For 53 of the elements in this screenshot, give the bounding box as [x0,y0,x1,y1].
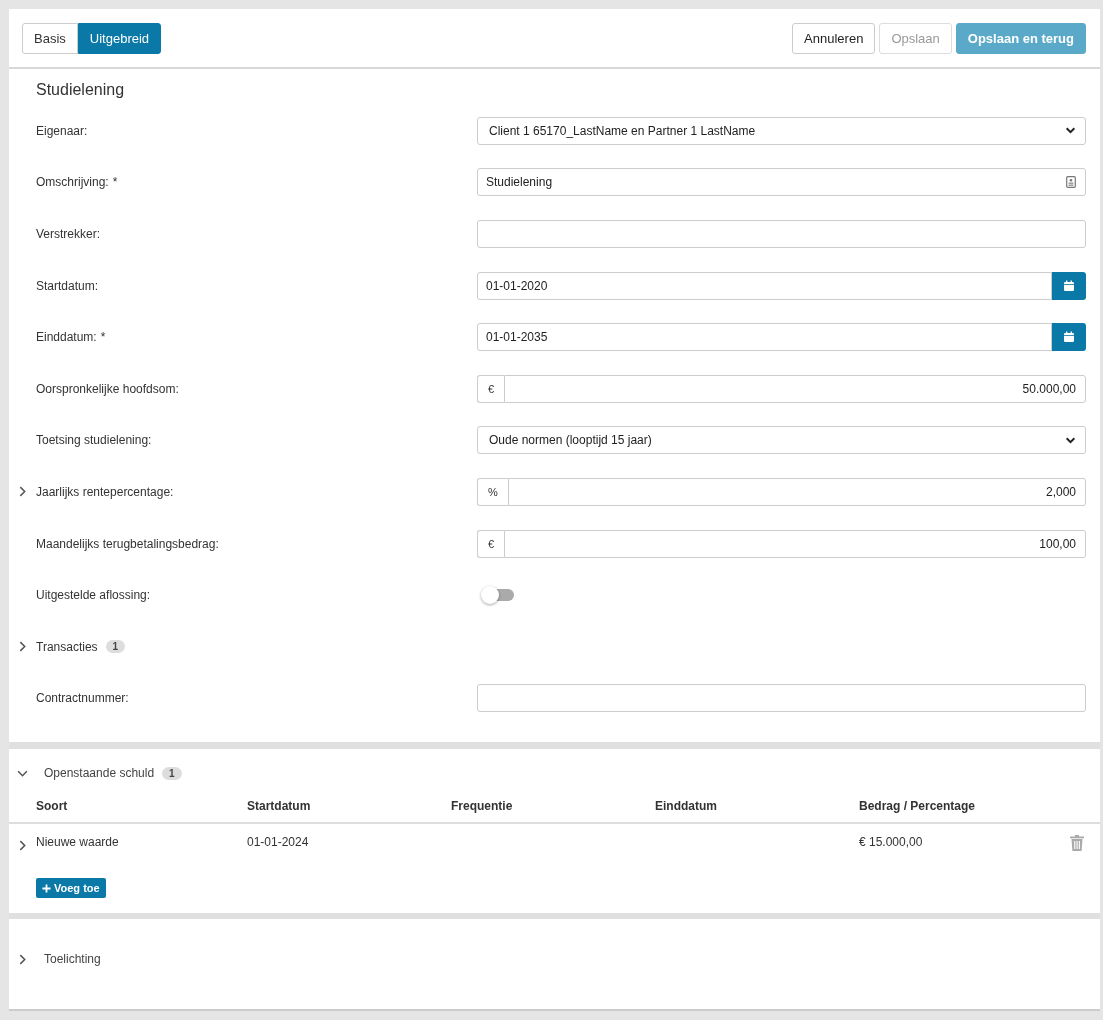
field-label: Eigenaar: [36,123,88,138]
calendar-icon [1063,331,1075,344]
caret-icon [1065,125,1076,137]
chevron-icon[interactable] [17,840,28,852]
text-field[interactable]: Studielening [477,168,1086,197]
column-header: Einddatum [655,799,718,816]
field-label: Einddatum: [36,330,97,345]
field-label: Uitgestelde aflossing: [36,588,151,603]
unit-addon: % [477,477,508,506]
calendar-button[interactable] [1052,271,1086,300]
column-header: Soort [36,799,69,816]
chevron-icon[interactable] [17,953,28,965]
add-button[interactable]: Voeg toe [36,878,106,899]
form-title: Studielening [36,81,126,100]
table-cell: 01-01-2024 [247,835,309,850]
date-field[interactable]: 01-01-2020 [477,271,1052,300]
toolbar-button[interactable]: Annuleren [792,22,876,54]
table-cell: € 15.000,00 [859,835,923,850]
field-label: Transacties [36,639,98,654]
field-label: Omschrijving: [36,175,109,190]
table-cell: Nieuwe waarde [36,835,119,850]
field-label: Oorspronkelijke hoofdsom: [36,381,179,396]
text-field[interactable] [477,220,1086,248]
column-header: Bedrag / Percentage [859,799,977,816]
field-label: Startdatum: [36,278,99,293]
field-label: Toetsing studielening: [36,433,152,448]
field-label: Jaarlijks rentepercentage: [36,484,174,499]
chevron-icon[interactable] [17,486,28,498]
text-field[interactable] [477,684,1086,713]
view-tab[interactable]: Basis [22,22,78,54]
select-field[interactable]: Client 1 65170_LastName en Partner 1 LastName [477,116,1086,145]
amount-field[interactable]: 50.000,00 [504,374,1086,403]
field-label: Maandelijks terugbetalingsbedrag: [36,536,219,551]
count-badge: 1 [162,766,182,780]
count-badge: 1 [105,640,126,654]
select-field[interactable]: Oude normen (looptijd 15 jaar) [477,426,1086,455]
plus-icon [42,883,51,893]
field-label: Contractnummer: [36,691,129,706]
amount-field[interactable]: 100,00 [504,529,1086,558]
date-field[interactable]: 01-01-2035 [477,323,1052,352]
chevron-icon[interactable] [17,641,28,653]
view-tab[interactable]: Uitgebreid [77,22,162,54]
column-header: Startdatum [247,799,312,816]
section-title: Toelichting [44,952,101,967]
required-mark: * [100,330,106,345]
amount-field[interactable]: 2,000 [507,477,1086,506]
column-header: Frequentie [451,799,514,816]
toggle-switch[interactable] [484,589,514,602]
field-label: Verstrekker: [36,227,101,241]
calendar-button[interactable] [1052,323,1086,352]
required-mark: * [112,175,118,190]
section-title: Openstaande schuld [44,766,155,781]
calendar-icon [1063,279,1075,292]
